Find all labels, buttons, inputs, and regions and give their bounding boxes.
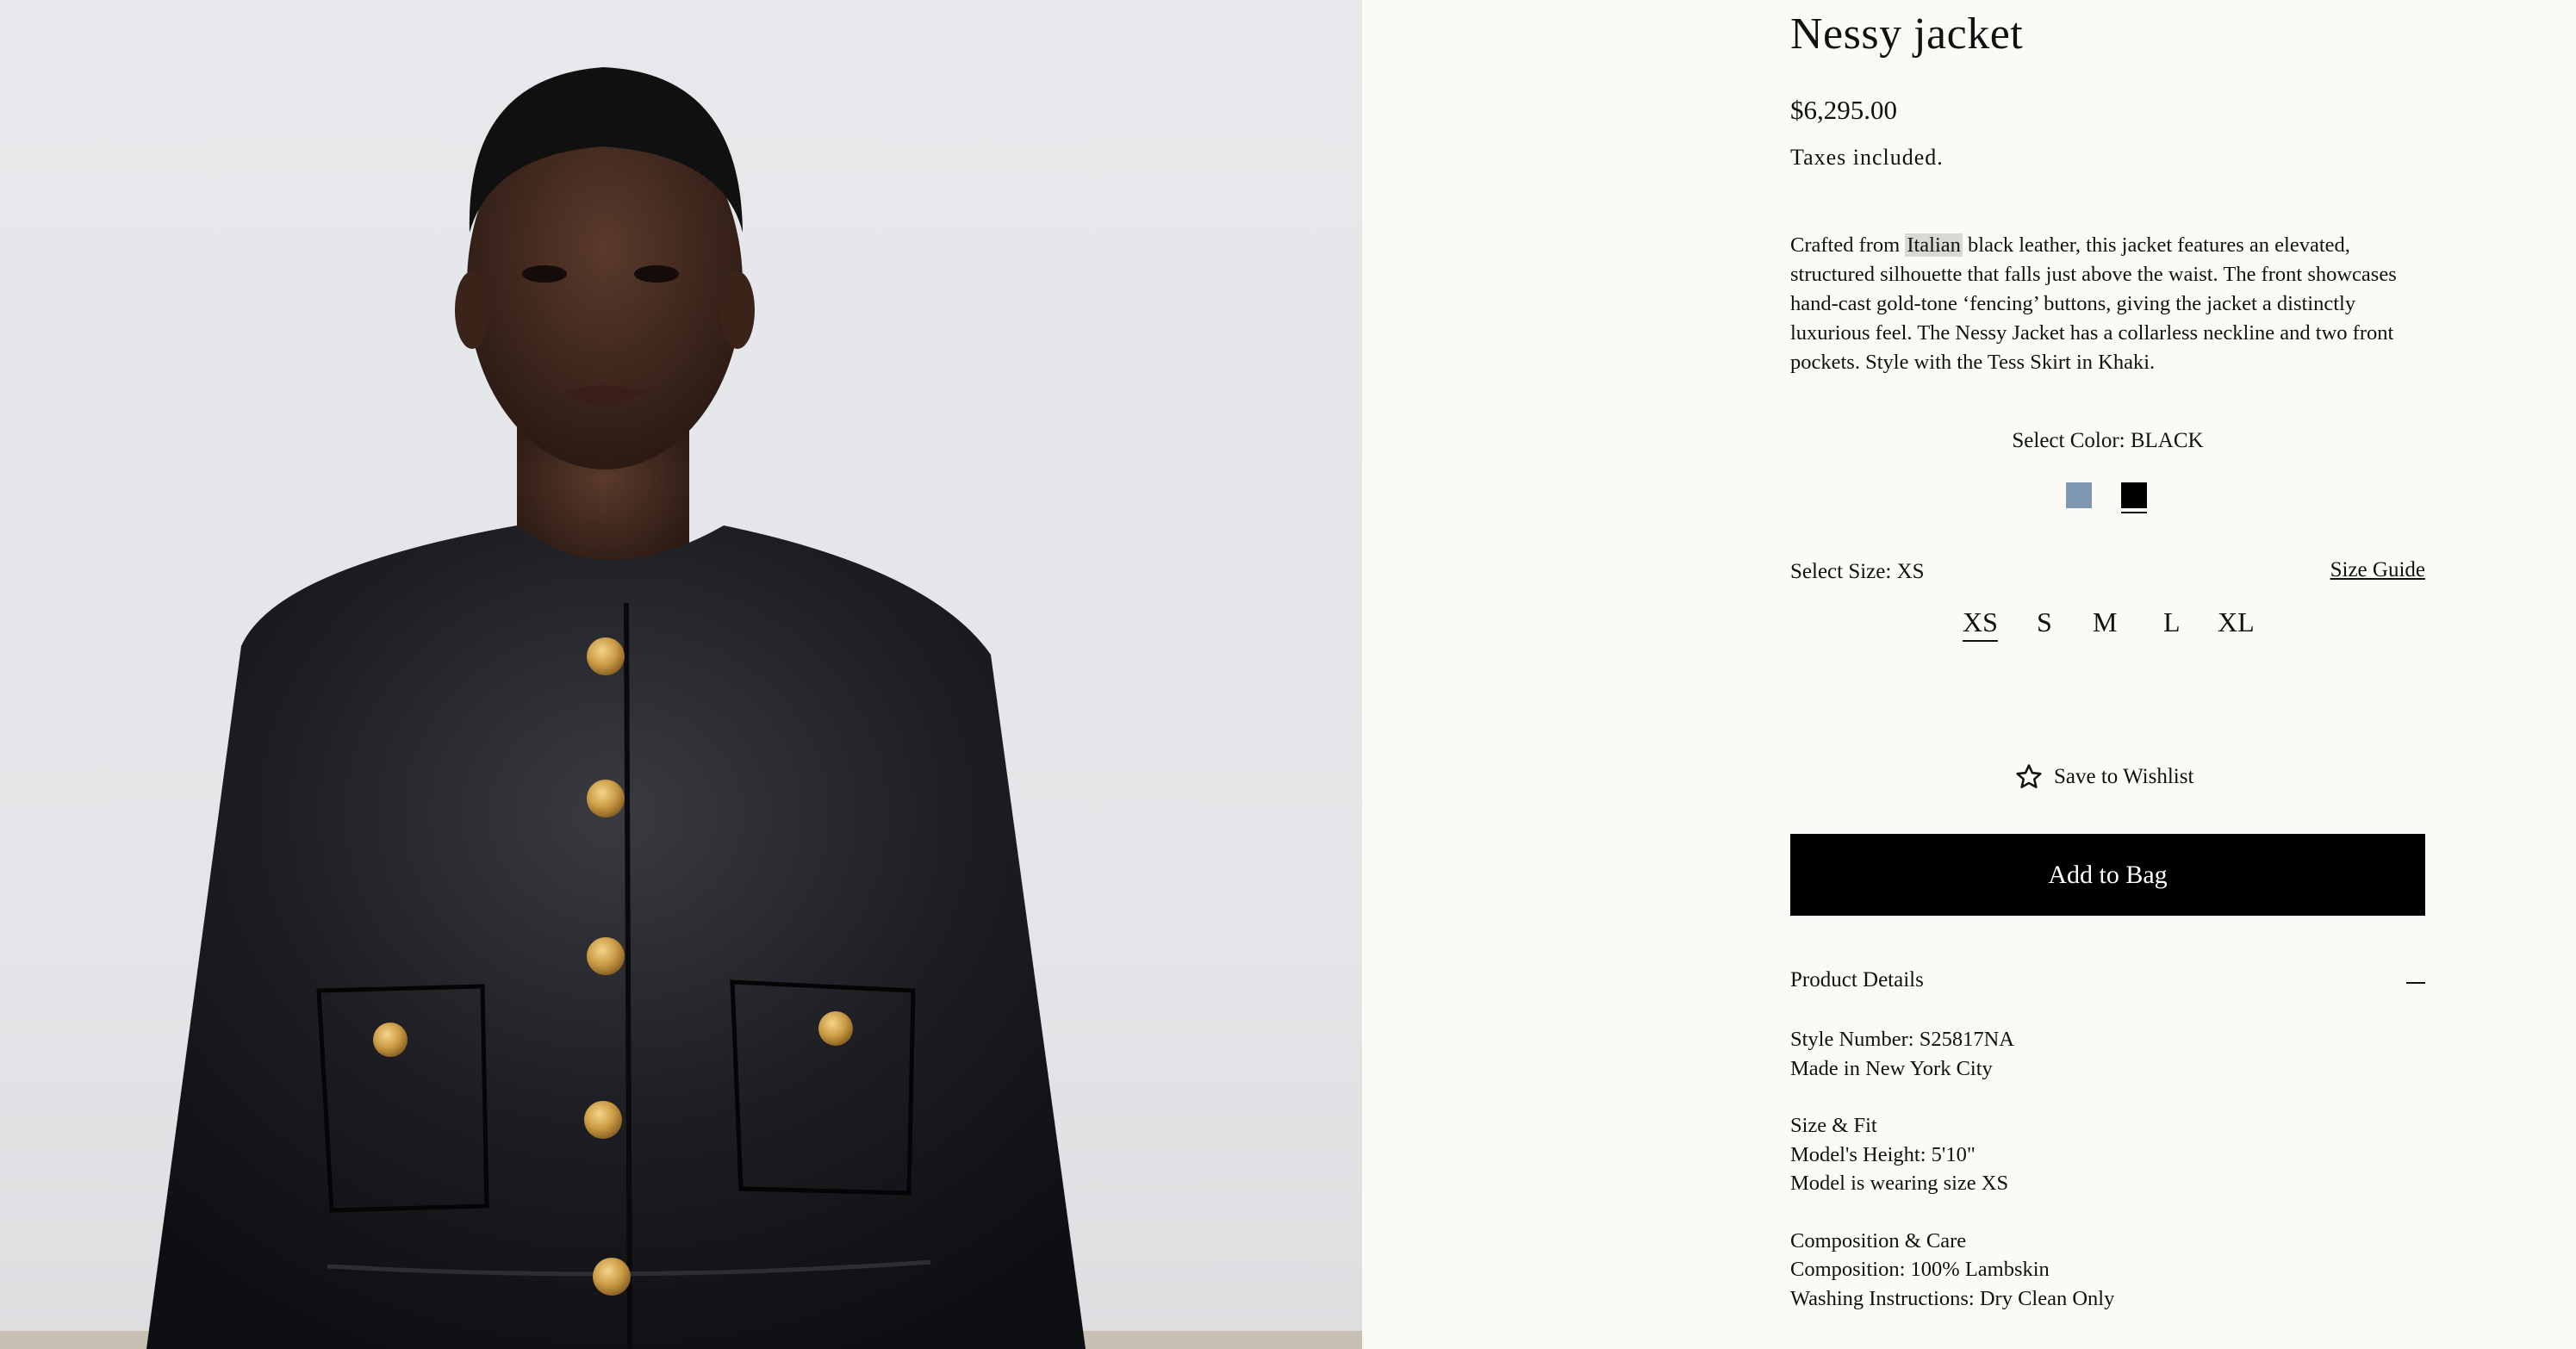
select-color-label: Select Color: BLACK (2012, 429, 2204, 452)
product-info-panel: Nessy jacket $6,295.00 Taxes included. C… (1790, 0, 2425, 1349)
description-text-start: Crafted from (1790, 233, 1906, 257)
washing-instructions: Washing Instructions: Dry Clean Only (1790, 1286, 2115, 1310)
size-option-m[interactable]: M (2093, 606, 2117, 638)
product-details-toggle[interactable]: Product Details (1790, 967, 2425, 998)
size-fit-heading: Size & Fit (1790, 1114, 1877, 1137)
product-title: Nessy jacket (1790, 9, 2024, 59)
size-option-xl[interactable]: XL (2218, 606, 2255, 638)
select-size-label: Select Size: XS (1790, 560, 1925, 583)
taxes-note: Taxes included. (1790, 145, 1944, 170)
product-price: $6,295.00 (1790, 95, 1897, 125)
size-guide-link[interactable]: Size Guide (2330, 558, 2425, 582)
wishlist-label: Save to Wishlist (2054, 765, 2194, 788)
size-options: XS S M L XL (1790, 606, 2425, 650)
description-highlight: Italian (1905, 233, 1963, 257)
color-swatch-black[interactable] (2121, 482, 2147, 508)
size-option-xs[interactable]: XS (1963, 606, 1998, 642)
made-in: Made in New York City (1790, 1056, 1993, 1080)
minus-icon (2406, 982, 2425, 984)
model-size: Model is wearing size XS (1790, 1172, 2009, 1195)
save-to-wishlist-button[interactable]: Save to Wishlist (2014, 762, 2193, 793)
model-in-jacket-illustration (0, 67, 1362, 1349)
composition: Composition: 100% Lambskin (1790, 1258, 2050, 1281)
product-details-content: Style Number: S25817NA Made in New York … (1790, 1025, 2425, 1313)
style-number: Style Number: S25817NA (1790, 1028, 2014, 1051)
size-option-s[interactable]: S (2037, 606, 2052, 638)
color-swatch-blue[interactable] (2066, 482, 2092, 508)
product-image[interactable] (0, 0, 1362, 1349)
star-outline-icon (2016, 764, 2042, 789)
product-details-heading: Product Details (1790, 968, 1924, 992)
size-option-l[interactable]: L (2163, 606, 2181, 638)
selected-swatch-indicator (2121, 512, 2147, 513)
model-height: Model's Height: 5'10" (1790, 1142, 1976, 1166)
composition-care-heading: Composition & Care (1790, 1228, 1967, 1253)
product-description: Crafted from Italian black leather, this… (1790, 231, 2425, 377)
add-to-bag-button[interactable]: Add to Bag (1790, 834, 2425, 916)
